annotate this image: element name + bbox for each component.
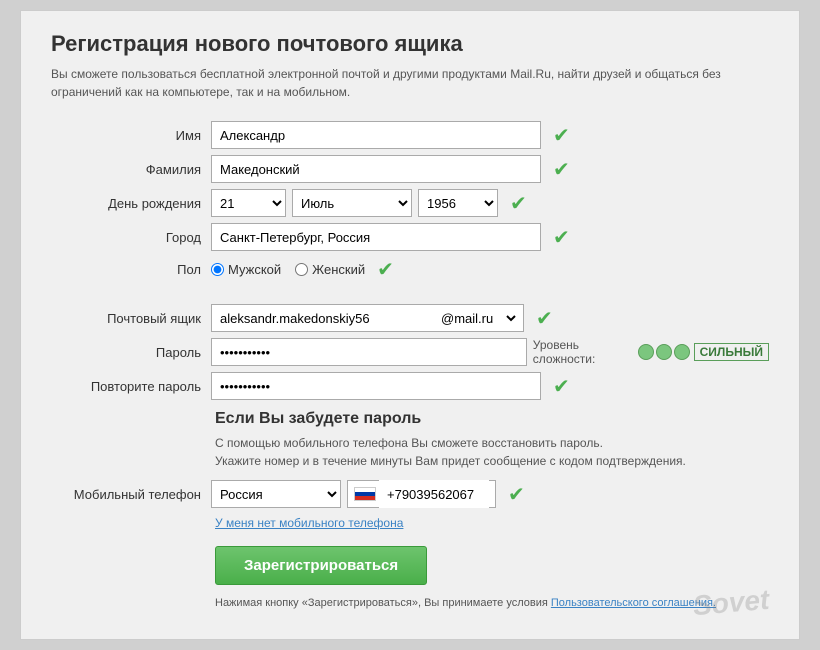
gender-field-cell: Мужской Женский ✔ (211, 257, 769, 282)
strength-label-text: Уровень сложности: (533, 338, 634, 366)
gender-female-radio[interactable] (295, 263, 308, 276)
city-input[interactable] (211, 223, 541, 251)
surname-row: Фамилия ✔ (51, 155, 769, 183)
recovery-text-line2: Укажите номер и в течение минуты Вам при… (215, 454, 686, 468)
gender-check-icon: ✔ (377, 257, 394, 282)
phone-flag-prefix (347, 480, 496, 508)
city-check-icon: ✔ (553, 225, 570, 250)
city-label: Город (51, 230, 211, 245)
password-row: Пароль Уровень сложности: СИЛЬНЫЙ (51, 338, 769, 366)
birthday-field-cell: 21 Июль 1956 ✔ (211, 189, 769, 217)
name-field-cell: ✔ (211, 121, 769, 149)
registration-form-container: Регистрация нового почтового ящика Вы см… (20, 10, 800, 640)
gender-male-radio[interactable] (211, 263, 224, 276)
phone-label: Мобильный телефон (51, 487, 211, 502)
email-row: Почтовый ящик @mail.ru @inbox.ru @list.r… (51, 304, 769, 332)
surname-field-cell: ✔ (211, 155, 769, 183)
name-input[interactable] (211, 121, 541, 149)
recovery-title: Если Вы забудете пароль (215, 410, 769, 428)
recovery-text: С помощью мобильного телефона Вы сможете… (215, 434, 769, 470)
password-repeat-label: Повторите пароль (51, 379, 211, 394)
email-domain-selector[interactable]: @mail.ru @inbox.ru @list.ru @bk.ru (431, 304, 524, 332)
email-domain-select[interactable]: @mail.ru @inbox.ru @list.ru @bk.ru (435, 305, 519, 331)
password-strength-indicator: Уровень сложности: СИЛЬНЫЙ (533, 338, 769, 366)
gender-female-label[interactable]: Женский (295, 262, 365, 277)
password-field-cell: Уровень сложности: СИЛЬНЫЙ (211, 338, 769, 366)
strength-dots (638, 344, 690, 360)
email-box: @mail.ru @inbox.ru @list.ru @bk.ru (211, 304, 524, 332)
birthday-month-select[interactable]: Июль (292, 189, 412, 217)
email-username-input[interactable] (211, 304, 431, 332)
gender-row: Пол Мужской Женский ✔ (51, 257, 769, 282)
surname-input[interactable] (211, 155, 541, 183)
terms-link[interactable]: Пользовательского соглашения. (551, 597, 716, 609)
password-repeat-row: Повторите пароль ✔ (51, 372, 769, 400)
birthday-day-select[interactable]: 21 (211, 189, 286, 217)
phone-field-cell: Россия ✔ (211, 480, 769, 508)
birthday-year-select[interactable]: 1956 (418, 189, 498, 217)
phone-check-icon: ✔ (508, 482, 525, 507)
strength-dot-3 (674, 344, 690, 360)
strength-dot-2 (656, 344, 672, 360)
page-subtitle: Вы сможете пользоваться бесплатной элект… (51, 65, 769, 101)
email-check-icon: ✔ (536, 306, 553, 331)
russia-flag-icon (354, 487, 376, 501)
birthday-row: День рождения 21 Июль 1956 ✔ (51, 189, 769, 217)
surname-label: Фамилия (51, 162, 211, 177)
divider-1 (51, 288, 769, 304)
name-check-icon: ✔ (553, 123, 570, 148)
watermark: Sovet (692, 584, 771, 623)
birthday-check-icon: ✔ (510, 191, 527, 216)
email-field-cell: @mail.ru @inbox.ru @list.ru @bk.ru ✔ (211, 304, 769, 332)
terms-prefix: Нажимая кнопку «Зарегистрироваться», Вы … (215, 597, 548, 609)
password-repeat-input[interactable] (211, 372, 541, 400)
no-phone-link[interactable]: У меня нет мобильного телефона (215, 516, 769, 530)
terms-text-container: Нажимая кнопку «Зарегистрироваться», Вы … (215, 597, 769, 609)
strength-word: СИЛЬНЫЙ (694, 343, 769, 361)
recovery-section: Если Вы забудете пароль С помощью мобиль… (51, 410, 769, 470)
password-repeat-check-icon: ✔ (553, 374, 570, 399)
name-label: Имя (51, 128, 211, 143)
name-row: Имя ✔ (51, 121, 769, 149)
gender-male-label[interactable]: Мужской (211, 262, 281, 277)
register-button[interactable]: Зарегистрироваться (215, 546, 427, 585)
password-input[interactable] (211, 338, 527, 366)
password-repeat-field-cell: ✔ (211, 372, 769, 400)
birthday-label: День рождения (51, 196, 211, 211)
gender-label: Пол (51, 262, 211, 277)
phone-number-input[interactable] (379, 480, 489, 508)
gender-female-text: Женский (312, 262, 365, 277)
city-field-cell: ✔ (211, 223, 769, 251)
page-title: Регистрация нового почтового ящика (51, 31, 769, 57)
email-label: Почтовый ящик (51, 311, 211, 326)
surname-check-icon: ✔ (553, 157, 570, 182)
city-row: Город ✔ (51, 223, 769, 251)
recovery-text-line1: С помощью мобильного телефона Вы сможете… (215, 436, 603, 450)
strength-dot-1 (638, 344, 654, 360)
password-label: Пароль (51, 345, 211, 360)
gender-radio-group: Мужской Женский (211, 262, 365, 277)
phone-row: Мобильный телефон Россия ✔ (51, 480, 769, 508)
gender-male-text: Мужской (228, 262, 281, 277)
phone-country-select[interactable]: Россия (211, 480, 341, 508)
